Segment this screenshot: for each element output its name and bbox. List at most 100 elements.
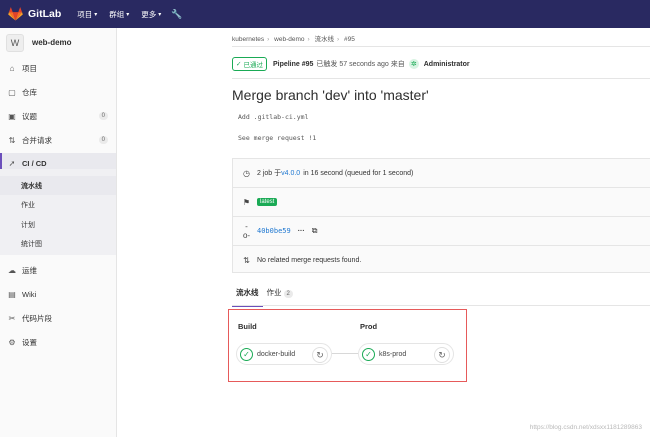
sidebar-subitem-schedules[interactable]: 计划 xyxy=(0,215,116,234)
commit-icon: -o- xyxy=(242,222,251,240)
sidebar-item-snippets[interactable]: ✂ 代码片段 xyxy=(0,308,116,328)
check-circle-icon: ✓ xyxy=(362,347,375,361)
commit-line: Add .gitlab-ci.yml xyxy=(238,113,309,121)
pipeline-info-box: ◷ 2 job 于 v4.0.0 in 16 second (queued fo… xyxy=(232,158,650,273)
breadcrumb-item[interactable]: kubernetes xyxy=(232,36,264,43)
chevron-right-icon: › xyxy=(307,36,310,43)
stage-title-build: Build xyxy=(238,322,257,331)
job-k8s-prod[interactable]: ✓ k8s-prod ↻ xyxy=(358,343,454,365)
sidebar-subitem-label: 统计图 xyxy=(21,240,42,248)
tab-label: 作业 xyxy=(266,288,282,297)
nav-more-menu[interactable]: 更多 ▾ xyxy=(141,9,161,20)
tab-pipeline[interactable]: 流水线 xyxy=(232,287,263,307)
home-icon: ⌂ xyxy=(9,63,15,73)
gitlab-fox-icon xyxy=(8,7,23,21)
chevron-right-icon: › xyxy=(267,36,270,43)
sidebar-subitem-charts[interactable]: 统计图 xyxy=(0,234,116,253)
merge-requests-row: ⇅ No related merge requests found. xyxy=(233,246,650,275)
duration-text: in 16 second (queued for 1 second) xyxy=(303,169,414,177)
check-circle-icon: ✓ xyxy=(236,61,242,68)
nav-groups-menu[interactable]: 群组 ▾ xyxy=(109,9,129,20)
status-text: 已通过 xyxy=(243,62,263,69)
issues-count-badge: 0 xyxy=(98,112,108,120)
breadcrumb-item[interactable]: 流水线 xyxy=(315,36,335,43)
sidebar-item-label: 运维 xyxy=(22,265,37,275)
commit-message: Add .gitlab-ci.yml See merge request !1 xyxy=(232,107,650,149)
breadcrumb-item[interactable]: web-demo xyxy=(274,36,304,43)
sidebar-subitem-label: 流水线 xyxy=(21,182,42,190)
merge-requests-count-badge: 0 xyxy=(98,136,108,144)
sidebar-item-wiki[interactable]: ▤ Wiki xyxy=(0,284,116,304)
sidebar-item-label: 仓库 xyxy=(22,87,37,97)
chevron-down-icon: ▾ xyxy=(158,11,162,18)
gear-icon: ⚙ xyxy=(8,337,16,347)
clock-icon: ◷ xyxy=(243,168,250,178)
tag-link[interactable]: v4.0.0 xyxy=(281,170,300,177)
retry-icon[interactable]: ↻ xyxy=(312,347,328,363)
gitlab-logo[interactable]: GitLab xyxy=(8,7,61,21)
sidebar-item-label: CI / CD xyxy=(22,158,47,168)
page-title: Merge branch 'dev' into 'master' xyxy=(232,87,429,103)
chevron-right-icon: › xyxy=(337,36,340,43)
project-avatar: W xyxy=(6,33,24,52)
cloud-icon: ☁ xyxy=(8,265,16,275)
latest-badge: latest xyxy=(257,198,278,206)
top-navbar: GitLab 项目 ▾ 群组 ▾ 更多 ▾ 🔧 xyxy=(0,0,650,28)
issues-icon: ▣ xyxy=(8,111,16,121)
breadcrumb-item[interactable]: #95 xyxy=(344,36,355,43)
breadcrumb: kubernetes › web-demo › 流水线 › #95 xyxy=(232,33,355,43)
check-circle-icon: ✓ xyxy=(240,347,253,361)
watermark-text: https://blog.csdn.net/xdsxx1181289863 xyxy=(529,424,642,431)
job-name: docker-build xyxy=(257,350,296,358)
stage-title-prod: Prod xyxy=(360,322,378,331)
commit-sha-link[interactable]: 40b0be59 xyxy=(257,227,291,235)
flag-icon: ⚑ xyxy=(242,197,251,207)
more-ellipsis-button[interactable]: ··· xyxy=(298,228,305,235)
sidebar-item-settings[interactable]: ⚙ 设置 xyxy=(0,332,116,352)
divider xyxy=(232,78,650,79)
book-icon: ▤ xyxy=(8,289,16,299)
nav-projects-menu[interactable]: 项目 ▾ xyxy=(77,9,97,20)
sidebar-item-label: 项目 xyxy=(22,63,37,73)
pipeline-id: Pipeline #95 xyxy=(272,60,314,68)
sidebar-subitem-label: 计划 xyxy=(21,221,35,229)
flags-row: ⚑ latest xyxy=(233,188,650,217)
commit-sha-row: -o- 40b0be59 ··· ⧉ xyxy=(233,217,650,246)
sidebar-project-header[interactable]: W web-demo xyxy=(0,28,72,57)
tab-jobs[interactable]: 作业 2 xyxy=(263,287,297,307)
status-badge[interactable]: ✓ 已通过 xyxy=(232,57,267,71)
user-avatar-icon[interactable]: ✲ xyxy=(408,59,419,69)
job-docker-build[interactable]: ✓ docker-build ↻ xyxy=(236,343,332,365)
triggered-text: 已触发 57 seconds ago 来自 xyxy=(316,61,405,68)
sidebar-item-repository[interactable]: ▢ 仓库 xyxy=(0,82,116,102)
pipeline-status-row: ✓ 已通过 Pipeline #95 已触发 57 seconds ago 来自… xyxy=(232,57,470,71)
sidebar-item-operations[interactable]: ☁ 运维 xyxy=(0,260,116,280)
job-name: k8s-prod xyxy=(379,350,407,358)
copy-icon[interactable]: ⧉ xyxy=(312,226,318,236)
admin-wrench-icon[interactable]: 🔧 xyxy=(171,9,182,20)
no-merge-requests-text: No related merge requests found. xyxy=(257,257,362,264)
merge-request-icon: ⇅ xyxy=(8,135,16,145)
sidebar-subitem-pipelines[interactable]: 流水线 xyxy=(0,176,116,195)
retry-icon[interactable]: ↻ xyxy=(434,347,450,363)
pipeline-tabs: 流水线 作业 2 xyxy=(232,287,297,307)
sidebar-subitem-jobs[interactable]: 作业 xyxy=(0,195,116,214)
brand-name: GitLab xyxy=(28,8,62,20)
jobs-duration-row: ◷ 2 job 于 v4.0.0 in 16 second (queued fo… xyxy=(233,159,650,188)
pipeline-graph: Build Prod ✓ docker-build ↻ ✓ k8s-prod ↻ xyxy=(228,309,467,382)
snippet-icon: ✂ xyxy=(8,313,16,323)
repo-icon: ▢ xyxy=(8,87,16,97)
project-sidebar: W web-demo ⌂ 项目 ▢ 仓库 ▣ 议题 0 ⇅ 合并请求 0 ➚ C… xyxy=(0,28,117,437)
nav-projects-label: 项目 xyxy=(77,9,93,19)
chevron-down-icon: ▾ xyxy=(126,11,130,18)
sidebar-item-project[interactable]: ⌂ 项目 xyxy=(0,58,116,78)
sidebar-item-merge-requests[interactable]: ⇅ 合并请求 0 xyxy=(0,130,116,150)
divider xyxy=(232,46,650,47)
sidebar-item-label: 议题 xyxy=(22,111,37,121)
stage-connector xyxy=(332,353,358,354)
chevron-down-icon: ▾ xyxy=(94,11,98,18)
merge-request-icon: ⇅ xyxy=(243,256,250,265)
user-link[interactable]: Administrator xyxy=(424,61,470,68)
commit-line: See merge request !1 xyxy=(238,134,317,142)
sidebar-item-issues[interactable]: ▣ 议题 0 xyxy=(0,106,116,126)
